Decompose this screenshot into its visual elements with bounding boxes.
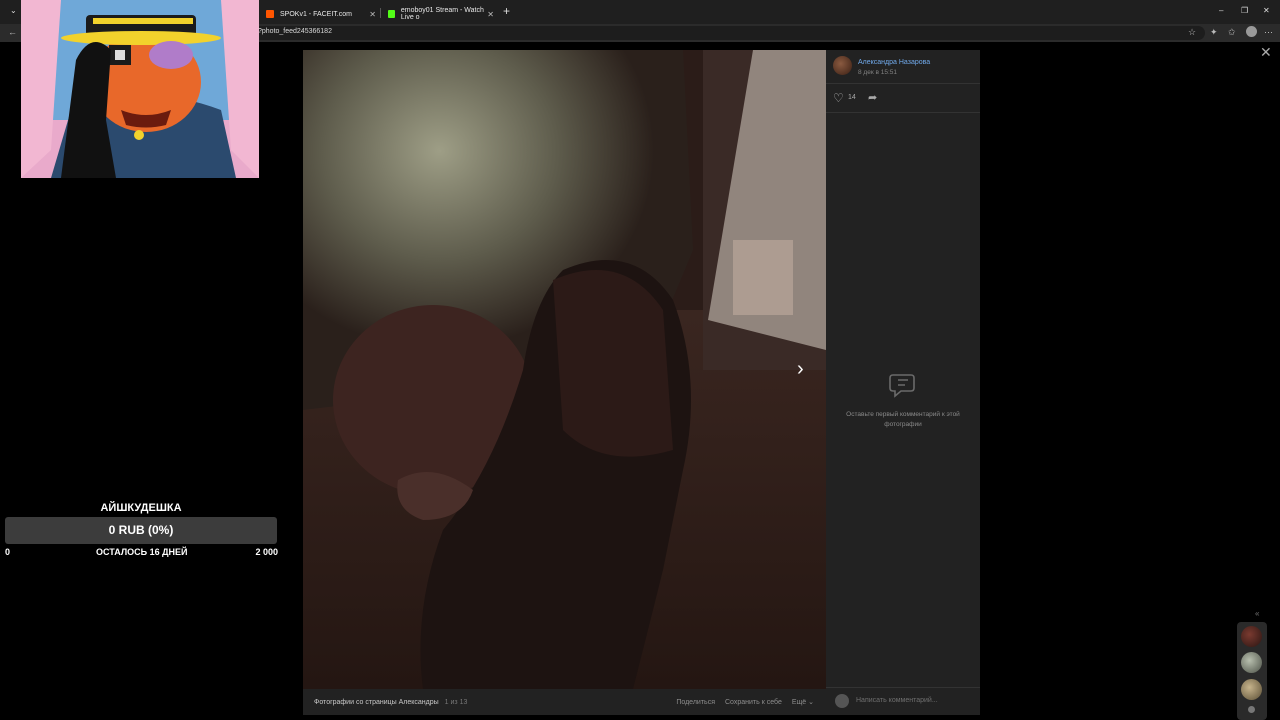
star-icon[interactable]: ☆ xyxy=(1188,27,1196,38)
save-to-my-link[interactable]: Сохранить к себе xyxy=(725,699,782,706)
my-avatar xyxy=(835,694,849,708)
photo-counter: 1 из 13 xyxy=(444,698,468,706)
comments-empty-icon xyxy=(889,374,915,398)
author-avatar[interactable] xyxy=(833,56,852,75)
panel-divider xyxy=(826,687,980,688)
friend-avatar[interactable] xyxy=(1241,652,1262,673)
author-name-link[interactable]: Александра Назарова xyxy=(858,59,930,66)
more-menu-link[interactable]: Ещё ⌄ xyxy=(792,698,814,706)
window-close-button[interactable]: ✕ xyxy=(1263,6,1270,15)
donation-days-remaining: ОСТАЛОСЬ 16 ДНЕЙ xyxy=(96,547,188,557)
extension-icon[interactable]: ✦ xyxy=(1210,27,1218,38)
photo-bottom-bar: Фотографии со страницы Александры 1 из 1… xyxy=(303,689,826,715)
faceit-favicon-icon xyxy=(266,10,274,18)
tab-kick-stream[interactable]: emoboy01 Stream - Watch Live o ✕ xyxy=(380,4,498,24)
post-date: 8 дек в 15:51 xyxy=(858,69,898,76)
like-count: 14 xyxy=(848,94,856,101)
donation-min-value: 0 xyxy=(5,547,11,557)
album-title-link[interactable]: Фотографии со страницы Александры xyxy=(314,699,439,706)
donation-goal-title: АЙШКУДЕШКА xyxy=(100,502,182,514)
donation-progress-bar: 0 RUB (0%) xyxy=(5,517,277,544)
streamer-webcam-overlay xyxy=(21,0,259,178)
rail-more-dot[interactable] xyxy=(1248,706,1255,713)
photo-image[interactable] xyxy=(303,50,826,689)
restore-button[interactable]: ❐ xyxy=(1241,6,1248,15)
next-photo-arrow-icon[interactable]: › xyxy=(797,358,804,381)
donation-progress-text: 0 RUB (0%) xyxy=(108,523,174,537)
tab-title: emoboy01 Stream - Watch Live o xyxy=(400,7,484,21)
cartoon-character-image xyxy=(21,0,259,178)
panel-divider xyxy=(826,112,980,113)
profile-avatar[interactable] xyxy=(1246,26,1257,37)
address-bar[interactable] xyxy=(250,26,1205,40)
url-text[interactable]: ?photo_feed245366182 xyxy=(258,28,332,35)
photo-content xyxy=(303,50,826,689)
heart-icon[interactable]: ♡ xyxy=(833,91,844,105)
share-arrow-icon[interactable]: ➦ xyxy=(868,91,877,104)
back-arrow-icon[interactable]: ← xyxy=(8,27,17,37)
share-link[interactable]: Поделиться xyxy=(676,699,715,706)
friend-avatar[interactable] xyxy=(1241,626,1262,647)
minimize-button[interactable]: – xyxy=(1219,6,1223,15)
tab-faceit[interactable]: SPOKv1 - FACEIT.com ✕ xyxy=(258,4,380,24)
collapse-rail-icon[interactable]: « xyxy=(1255,609,1259,618)
donation-max-value: 2 000 xyxy=(255,547,278,557)
viewer-close-icon[interactable]: ✕ xyxy=(1260,44,1272,61)
comment-input[interactable]: Написать комментарий... xyxy=(856,697,938,704)
friend-avatar[interactable] xyxy=(1241,679,1262,700)
tab-search-icon[interactable]: ⌄ xyxy=(10,6,17,15)
kick-favicon-icon xyxy=(388,10,395,18)
favorites-icon[interactable]: ✩ xyxy=(1228,27,1236,38)
tab-close-icon[interactable]: ✕ xyxy=(487,10,494,19)
browser-menu-icon[interactable]: ⋯ xyxy=(1264,27,1273,38)
panel-divider xyxy=(826,83,980,84)
tab-close-icon[interactable]: ✕ xyxy=(369,10,376,19)
tab-title: SPOKv1 - FACEIT.com xyxy=(280,10,352,18)
new-tab-button[interactable]: + xyxy=(503,4,510,18)
empty-comments-message: Оставьте первый комментарий к этой фотог… xyxy=(846,411,960,428)
